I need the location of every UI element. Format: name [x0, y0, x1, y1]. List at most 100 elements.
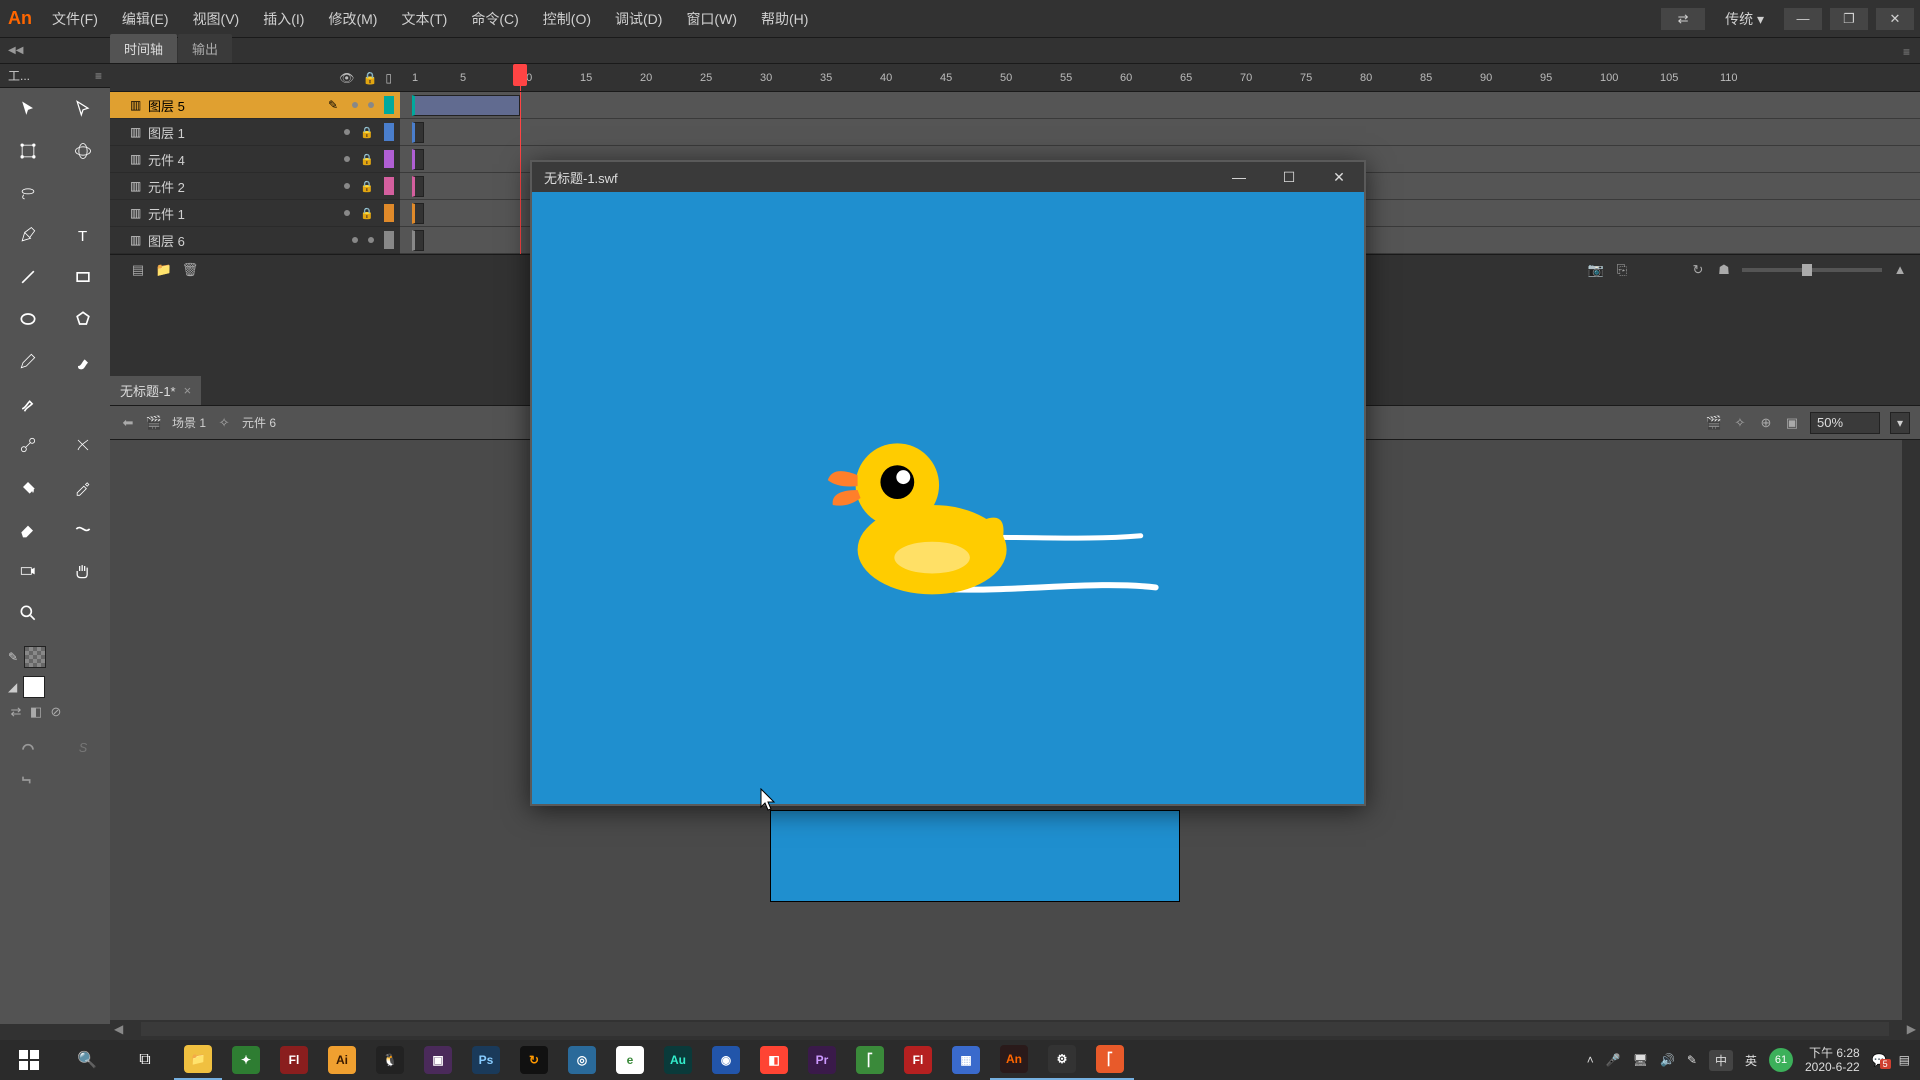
- hand-tool[interactable]: [55, 550, 110, 592]
- layer-color-chip[interactable]: [384, 231, 394, 249]
- task-view-button[interactable]: ⧉: [116, 1040, 174, 1080]
- lasso-tool[interactable]: [0, 172, 55, 214]
- layer-color-chip[interactable]: [384, 204, 394, 222]
- brush-tool[interactable]: [55, 340, 110, 382]
- line-tool[interactable]: [0, 256, 55, 298]
- taskbar-flash-2[interactable]: Fl: [894, 1040, 942, 1080]
- outline-header-icon[interactable]: ▯: [385, 71, 392, 85]
- window-restore-button[interactable]: ❐: [1830, 8, 1868, 30]
- straighten-option[interactable]: [0, 764, 55, 796]
- paint-brush-tool[interactable]: [0, 382, 55, 424]
- edit-scene-button[interactable]: 🎬: [1706, 415, 1722, 431]
- paint-bucket-tool[interactable]: [0, 466, 55, 508]
- pen-tool[interactable]: [0, 214, 55, 256]
- layer-color-chip[interactable]: [384, 123, 394, 141]
- new-layer-button[interactable]: ▤: [130, 262, 146, 278]
- swf-close-button[interactable]: ✕: [1314, 162, 1364, 192]
- taskbar-app-10[interactable]: ▦: [942, 1040, 990, 1080]
- tray-display-icon[interactable]: 🖥: [1633, 1053, 1648, 1067]
- free-transform-tool[interactable]: [0, 130, 55, 172]
- keyframe-span[interactable]: [412, 149, 424, 170]
- width-tool[interactable]: [55, 508, 110, 550]
- lock-toggle[interactable]: 🔒: [360, 153, 374, 166]
- layer-row[interactable]: ▥元件 2🔒: [110, 173, 400, 200]
- edit-symbols-button[interactable]: ✧: [1732, 415, 1748, 431]
- taskbar-app-6[interactable]: e: [606, 1040, 654, 1080]
- pencil-tool[interactable]: [0, 340, 55, 382]
- stage-canvas[interactable]: [770, 810, 1180, 902]
- menu-debug[interactable]: 调试(D): [603, 0, 674, 38]
- bind-tool[interactable]: [55, 424, 110, 466]
- camera-toggle-button[interactable]: 📷: [1588, 262, 1604, 278]
- frame-row[interactable]: [400, 119, 1920, 146]
- document-tab-close-button[interactable]: ×: [184, 383, 192, 398]
- taskbar-photoshop[interactable]: Ps: [462, 1040, 510, 1080]
- menu-commands[interactable]: 命令(C): [459, 0, 530, 38]
- swf-preview-window[interactable]: 无标题-1.swf — ☐ ✕: [530, 160, 1366, 806]
- menu-modify[interactable]: 修改(M): [316, 0, 389, 38]
- no-color-button[interactable]: ⊘: [48, 704, 64, 720]
- taskbar-app-3[interactable]: ▣: [414, 1040, 462, 1080]
- menu-view[interactable]: 视图(V): [181, 0, 252, 38]
- loop-button[interactable]: ↻: [1690, 262, 1706, 278]
- tray-overflow-button[interactable]: ˄: [1587, 1053, 1594, 1067]
- menu-control[interactable]: 控制(O): [531, 0, 603, 38]
- layer-color-chip[interactable]: [384, 150, 394, 168]
- layer-row[interactable]: ▥图层 5✎: [110, 92, 400, 119]
- playhead[interactable]: [520, 64, 521, 91]
- delete-layer-button[interactable]: 🗑: [182, 262, 198, 278]
- zoom-value[interactable]: 50%: [1810, 412, 1880, 434]
- taskbar-app-4[interactable]: ↻: [510, 1040, 558, 1080]
- visibility-toggle[interactable]: [344, 156, 350, 162]
- taskbar-explorer[interactable]: 📁: [174, 1040, 222, 1080]
- lock-toggle[interactable]: [368, 102, 374, 108]
- swap-colors-button[interactable]: ⇄: [8, 704, 24, 720]
- keyframe-span[interactable]: [412, 203, 424, 224]
- taskbar-illustrator[interactable]: Ai: [318, 1040, 366, 1080]
- text-tool[interactable]: T: [55, 214, 110, 256]
- layer-row[interactable]: ▥图层 6: [110, 227, 400, 254]
- tray-ime-lang[interactable]: 英: [1745, 1052, 1757, 1069]
- taskbar-animate[interactable]: An: [990, 1040, 1038, 1080]
- frame-row[interactable]: [400, 92, 1920, 119]
- 3d-rotation-tool[interactable]: [55, 130, 110, 172]
- zoom-dropdown-button[interactable]: ▾: [1890, 412, 1910, 434]
- tray-accelerator[interactable]: 61: [1769, 1048, 1793, 1072]
- timeline-zoom-fit-button[interactable]: ▲: [1892, 262, 1908, 278]
- smooth-option[interactable]: S: [55, 732, 110, 764]
- menu-help[interactable]: 帮助(H): [749, 0, 820, 38]
- output-tab[interactable]: 输出: [178, 34, 232, 63]
- taskbar-audition[interactable]: Au: [654, 1040, 702, 1080]
- keyframe-span[interactable]: [412, 122, 424, 143]
- sync-settings-button[interactable]: ⇄: [1661, 8, 1705, 30]
- lock-toggle[interactable]: 🔒: [360, 180, 374, 193]
- clip-content-button[interactable]: ▣: [1784, 415, 1800, 431]
- search-button[interactable]: 🔍: [58, 1040, 116, 1080]
- tray-clock[interactable]: 下午 6:28 2020-6-22: [1805, 1046, 1860, 1074]
- tray-notifications-button[interactable]: 💬5: [1872, 1053, 1887, 1067]
- lock-toggle[interactable]: 🔒: [360, 207, 374, 220]
- taskbar-flash[interactable]: Fl: [270, 1040, 318, 1080]
- tool-panel-header[interactable]: 工...≡: [0, 64, 110, 88]
- window-close-button[interactable]: ✕: [1876, 8, 1914, 30]
- tray-mic-icon[interactable]: 🎤: [1606, 1053, 1621, 1067]
- polystar-tool[interactable]: [55, 298, 110, 340]
- visibility-toggle[interactable]: [352, 102, 358, 108]
- center-frame-button[interactable]: ⎘: [1614, 262, 1630, 278]
- symbol-label[interactable]: 元件 6: [242, 414, 276, 431]
- timeline-tab[interactable]: 时间轴: [110, 34, 177, 63]
- taskbar-app-5[interactable]: ◎: [558, 1040, 606, 1080]
- lock-toggle[interactable]: [368, 237, 374, 243]
- taskbar-app-11[interactable]: ⎡: [1086, 1040, 1134, 1080]
- fill-color-swatch[interactable]: [23, 676, 45, 698]
- frame-ruler[interactable]: 1510152025303540455055606570758085909510…: [400, 64, 1920, 91]
- stage-scrollbar-horizontal[interactable]: ◀▶: [110, 1020, 1920, 1038]
- swf-minimize-button[interactable]: —: [1214, 162, 1264, 192]
- layer-row[interactable]: ▥图层 1🔒: [110, 119, 400, 146]
- layer-color-chip[interactable]: [384, 177, 394, 195]
- taskbar-settings[interactable]: ⚙: [1038, 1040, 1086, 1080]
- menu-text[interactable]: 文本(T): [389, 0, 459, 38]
- layer-row[interactable]: ▥元件 1🔒: [110, 200, 400, 227]
- default-colors-button[interactable]: ◧: [28, 704, 44, 720]
- visibility-toggle[interactable]: [344, 129, 350, 135]
